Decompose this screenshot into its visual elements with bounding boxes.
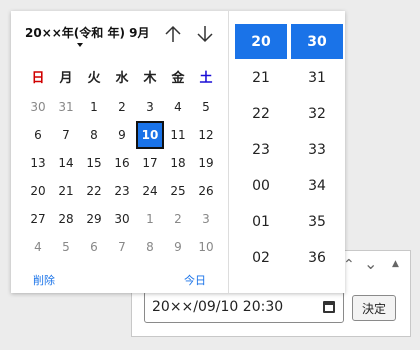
day-cell[interactable]: 11 bbox=[164, 121, 192, 149]
submit-button[interactable]: 決定 bbox=[352, 295, 396, 321]
day-cell[interactable]: 29 bbox=[80, 205, 108, 233]
week-row: 20 21 22 23 24 25 26 bbox=[24, 177, 220, 205]
week-row: 13 14 15 16 17 18 19 bbox=[24, 149, 220, 177]
next-month-icon[interactable] bbox=[196, 25, 214, 43]
weekday-label: 土 bbox=[199, 71, 213, 86]
weekday-label: 水 bbox=[115, 71, 129, 86]
day-cell[interactable]: 17 bbox=[136, 149, 164, 177]
datetime-input[interactable]: 20××/09/10 20:30 bbox=[144, 291, 344, 323]
day-cell[interactable]: 9 bbox=[108, 121, 136, 149]
minute-option-selected[interactable]: 30 bbox=[291, 24, 343, 59]
day-cell[interactable]: 2 bbox=[164, 205, 192, 233]
weekday-label: 木 bbox=[143, 71, 157, 86]
hour-option[interactable]: 22 bbox=[235, 96, 287, 132]
day-cell[interactable]: 1 bbox=[136, 205, 164, 233]
previous-month-icon[interactable] bbox=[164, 25, 182, 43]
minute-column: 30 31 32 33 34 35 36 bbox=[291, 24, 343, 276]
month-dropdown-icon[interactable] bbox=[77, 43, 83, 47]
triangle-up-icon[interactable]: ▲ bbox=[392, 259, 399, 269]
day-cell[interactable]: 6 bbox=[24, 121, 52, 149]
day-cell[interactable]: 27 bbox=[24, 205, 52, 233]
hour-option[interactable]: 02 bbox=[235, 240, 287, 276]
day-cell[interactable]: 14 bbox=[52, 149, 80, 177]
minute-option[interactable]: 31 bbox=[291, 60, 343, 96]
weekday-label: 日 bbox=[31, 71, 45, 86]
day-cell[interactable]: 7 bbox=[108, 233, 136, 261]
weekday-label: 金 bbox=[171, 71, 185, 86]
day-cell[interactable]: 9 bbox=[164, 233, 192, 261]
day-grid: 30 31 1 2 3 4 5 6 7 8 9 10 11 12 13 14 15 16 17 18 19 20 21 22 2… bbox=[24, 93, 220, 261]
day-cell[interactable]: 13 bbox=[24, 149, 52, 177]
calendar-icon[interactable] bbox=[323, 301, 335, 313]
minute-option[interactable]: 32 bbox=[291, 96, 343, 132]
weekday-header: 日月火水木金土 bbox=[24, 67, 220, 86]
minute-option[interactable]: 34 bbox=[291, 168, 343, 204]
hour-option[interactable]: 23 bbox=[235, 132, 287, 168]
week-row: 30 31 1 2 3 4 5 bbox=[24, 93, 220, 121]
minute-option[interactable]: 35 bbox=[291, 204, 343, 240]
day-cell[interactable]: 3 bbox=[136, 93, 164, 121]
day-cell[interactable]: 24 bbox=[136, 177, 164, 205]
day-cell[interactable]: 22 bbox=[80, 177, 108, 205]
datetime-picker-popup: 20××年(令和 年) 9月 日月火水木金土 30 31 1 2 3 4 5 6 7 8 9 10 11… bbox=[11, 11, 345, 293]
hour-option-selected[interactable]: 20 bbox=[235, 24, 287, 59]
day-cell[interactable]: 23 bbox=[108, 177, 136, 205]
day-cell[interactable]: 4 bbox=[24, 233, 52, 261]
day-cell[interactable]: 12 bbox=[192, 121, 220, 149]
today-button[interactable]: 今日 bbox=[184, 272, 206, 288]
month-year-selector[interactable]: 20××年(令和 年) 9月 bbox=[25, 24, 149, 41]
hour-option[interactable]: 21 bbox=[235, 60, 287, 96]
day-cell[interactable]: 21 bbox=[52, 177, 80, 205]
day-cell[interactable]: 4 bbox=[164, 93, 192, 121]
hour-column: 20 21 22 23 00 01 02 bbox=[235, 24, 287, 276]
day-cell[interactable]: 28 bbox=[52, 205, 80, 233]
weekday-label: 月 bbox=[59, 71, 73, 86]
day-cell[interactable]: 19 bbox=[192, 149, 220, 177]
day-cell[interactable]: 20 bbox=[24, 177, 52, 205]
day-cell[interactable]: 6 bbox=[80, 233, 108, 261]
weekday-label: 火 bbox=[87, 71, 101, 86]
minute-option[interactable]: 36 bbox=[291, 240, 343, 276]
day-cell[interactable]: 10 bbox=[192, 233, 220, 261]
day-cell[interactable]: 8 bbox=[80, 121, 108, 149]
day-cell-selected[interactable]: 10 bbox=[136, 121, 164, 149]
day-cell[interactable]: 15 bbox=[80, 149, 108, 177]
calendar-pane: 20××年(令和 年) 9月 日月火水木金土 30 31 1 2 3 4 5 6 7 8 9 10 11… bbox=[11, 11, 228, 293]
day-cell[interactable]: 3 bbox=[192, 205, 220, 233]
day-cell[interactable]: 2 bbox=[108, 93, 136, 121]
time-pane: 20 21 22 23 00 01 02 30 31 32 33 34 35 36 bbox=[228, 11, 345, 293]
minute-option[interactable]: 33 bbox=[291, 132, 343, 168]
day-cell[interactable]: 31 bbox=[52, 93, 80, 121]
day-cell[interactable]: 30 bbox=[108, 205, 136, 233]
day-cell[interactable]: 26 bbox=[192, 177, 220, 205]
day-cell[interactable]: 5 bbox=[192, 93, 220, 121]
datetime-value: 20××/09/10 20:30 bbox=[152, 299, 284, 315]
week-row: 4 5 6 7 8 9 10 bbox=[24, 233, 220, 261]
day-cell[interactable]: 7 bbox=[52, 121, 80, 149]
week-row: 27 28 29 30 1 2 3 bbox=[24, 205, 220, 233]
day-cell[interactable]: 18 bbox=[164, 149, 192, 177]
clear-button[interactable]: 削除 bbox=[33, 272, 55, 288]
day-cell[interactable]: 25 bbox=[164, 177, 192, 205]
week-row: 6 7 8 9 10 11 12 bbox=[24, 121, 220, 149]
chevron-down-icon[interactable]: ⌄ bbox=[364, 254, 377, 273]
hour-option[interactable]: 01 bbox=[235, 204, 287, 240]
day-cell[interactable]: 5 bbox=[52, 233, 80, 261]
day-cell[interactable]: 16 bbox=[108, 149, 136, 177]
day-cell[interactable]: 8 bbox=[136, 233, 164, 261]
day-cell[interactable]: 30 bbox=[24, 93, 52, 121]
day-cell[interactable]: 1 bbox=[80, 93, 108, 121]
hour-option[interactable]: 00 bbox=[235, 168, 287, 204]
